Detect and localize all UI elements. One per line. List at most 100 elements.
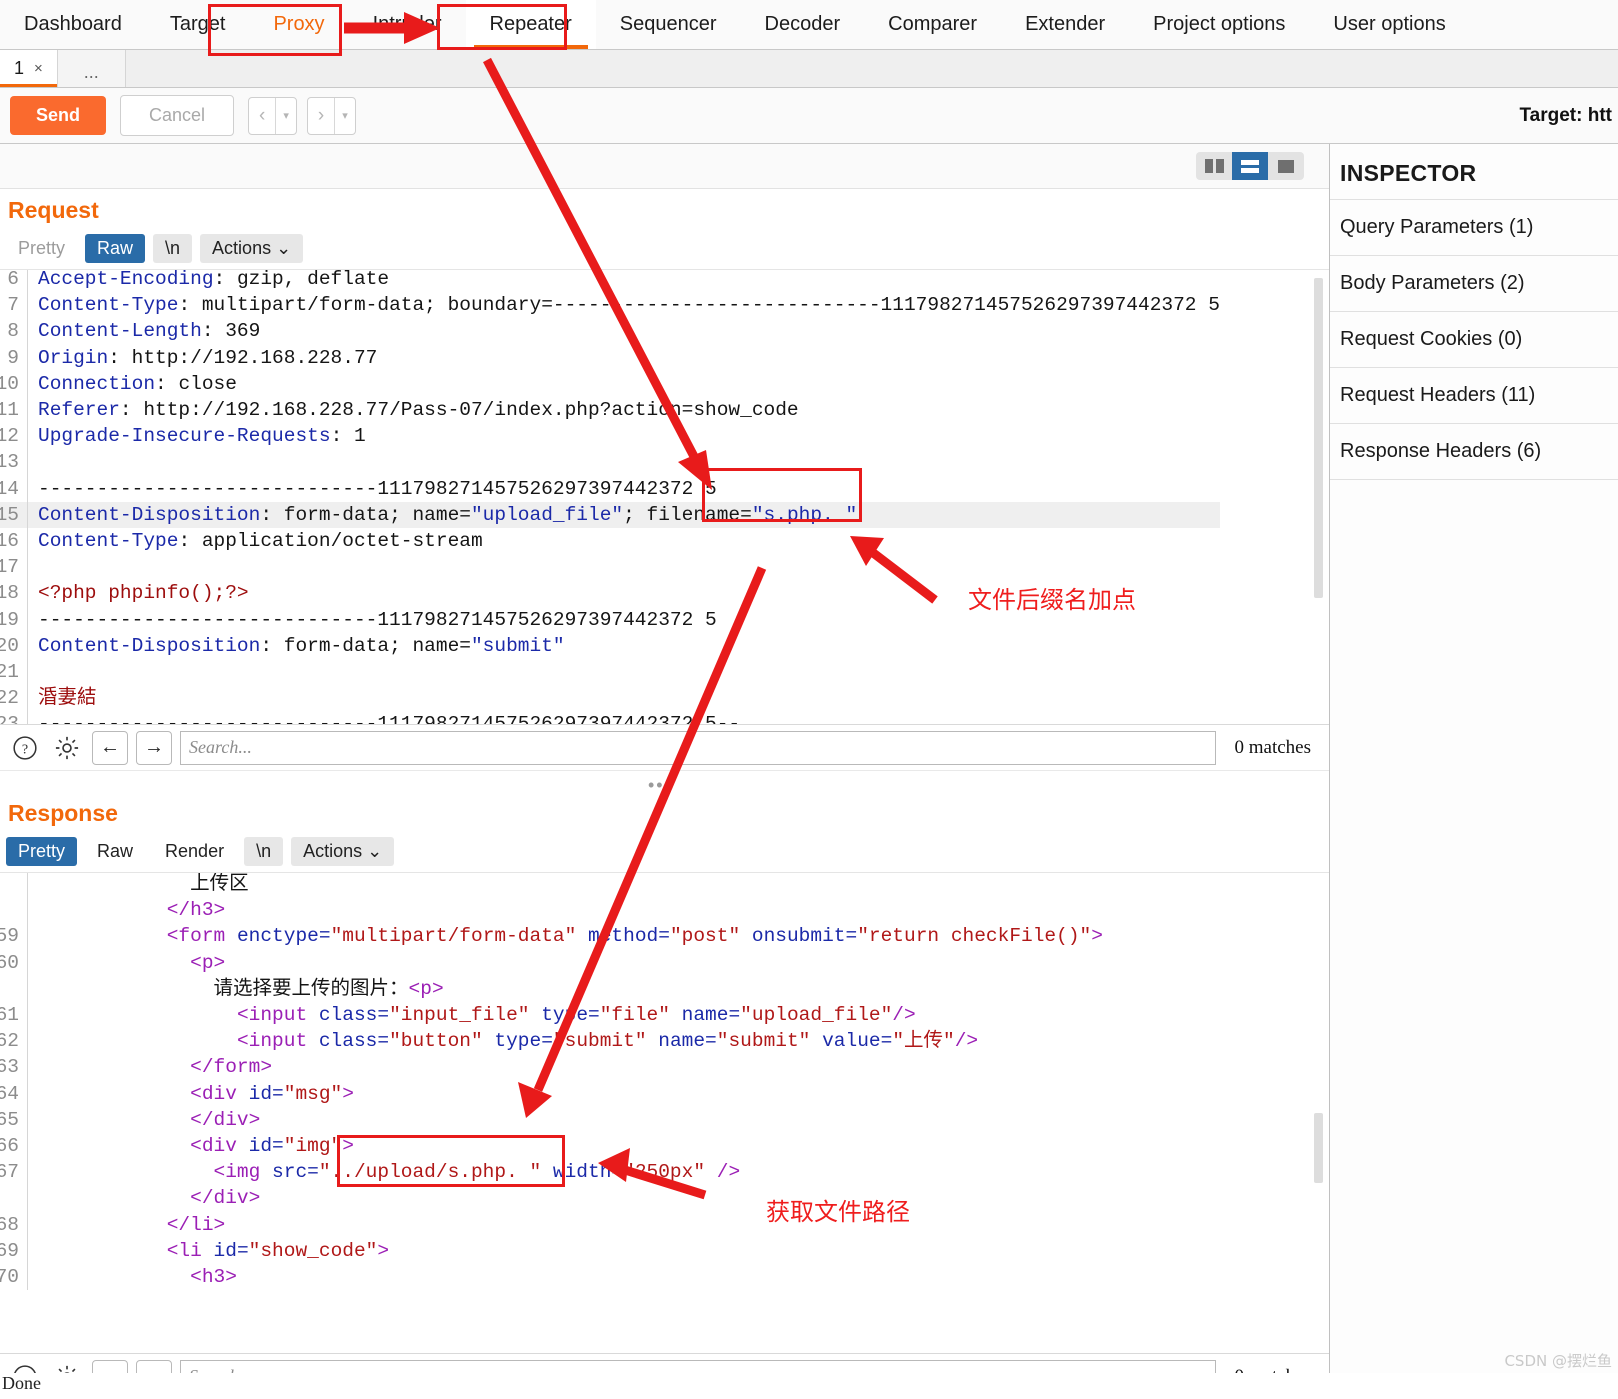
code-token: Content-Disposition	[38, 634, 261, 657]
main-tab-project-options[interactable]: Project options	[1129, 0, 1309, 49]
main-tab-extender[interactable]: Extender	[1001, 0, 1129, 49]
line-number: 18	[0, 580, 28, 607]
repeater-add-tab-button[interactable]: ...	[57, 50, 126, 87]
response-actions-button[interactable]: Actions ⌄	[291, 837, 395, 866]
code-token: "show_code"	[248, 1239, 378, 1262]
code-token: "submit"	[552, 1030, 647, 1053]
chevron-down-icon: ▾	[342, 110, 348, 122]
chevron-down-icon: ▾	[283, 110, 289, 122]
code-text: Content-Type: multipart/form-data; bound…	[38, 292, 1220, 318]
line-number: 68	[0, 1211, 28, 1238]
code-token: class=	[307, 1030, 390, 1053]
send-button[interactable]: Send	[10, 96, 107, 135]
request-search-bar: ? ← → Search... 0 matches	[0, 724, 1329, 770]
code-line: 21	[0, 659, 1220, 686]
request-matches-label: 0 matches	[1234, 736, 1311, 758]
code-token: <div	[190, 1082, 237, 1105]
inspector-item-response-headers[interactable]: Response Headers (6)	[1330, 423, 1618, 479]
layout-side-by-side-button[interactable]	[1196, 152, 1232, 180]
code-text: </li>	[38, 1212, 226, 1238]
main-tab-sequencer[interactable]: Sequencer	[596, 0, 741, 49]
line-number	[0, 1185, 28, 1212]
request-newline-button[interactable]: \n	[153, 234, 193, 263]
code-token: class=	[307, 1004, 390, 1027]
code-text: </div>	[38, 1107, 260, 1133]
main-tab-repeater[interactable]: Repeater	[465, 0, 596, 49]
line-number: 64	[0, 1080, 28, 1107]
main-tab-decoder[interactable]: Decoder	[741, 0, 865, 49]
code-line: 12 Upgrade-Insecure-Requests: 1	[0, 423, 1220, 450]
code-token: type=	[482, 1030, 553, 1053]
code-token: Content-Disposition	[38, 503, 261, 526]
line-number: 16	[0, 528, 28, 555]
code-token: />	[705, 1161, 741, 1184]
rows-icon	[1241, 159, 1259, 173]
code-line: 69 <li id="show_code">	[0, 1237, 1103, 1265]
main-tab-intruder[interactable]: Intruder	[349, 0, 466, 49]
cancel-button[interactable]: Cancel	[120, 95, 235, 136]
code-token: </div>	[190, 1187, 261, 1210]
search-prev-button[interactable]: ←	[92, 730, 128, 765]
request-mode-bar: Pretty Raw \n Actions ⌄	[0, 230, 1329, 269]
code-token: <?php phpinfo();?>	[38, 582, 249, 605]
code-token: onsubmit=	[740, 925, 858, 948]
response-pretty-button[interactable]: Pretty	[6, 837, 78, 866]
code-text: -----------------------------11179827145…	[38, 607, 717, 633]
layout-single-button[interactable]	[1268, 152, 1304, 180]
line-number: 13	[0, 449, 28, 476]
main-tab-label: User options	[1333, 13, 1446, 35]
code-token: "s.php. "	[751, 503, 858, 526]
code-text: Content-Length: 369	[38, 318, 260, 344]
inspector-item-query-parameters[interactable]: Query Parameters (1)	[1330, 199, 1618, 255]
annotation-path-note: 获取文件路径	[766, 1198, 910, 1226]
main-tab-label: Proxy	[273, 13, 325, 35]
inspector-item-request-headers[interactable]: Request Headers (11)	[1330, 367, 1618, 423]
line-number: 11	[0, 397, 28, 424]
layout-stacked-button[interactable]	[1232, 152, 1268, 180]
pane-splitter[interactable]: •••	[0, 770, 1329, 795]
response-newline-button[interactable]: \n	[244, 837, 284, 866]
code-token: </li>	[166, 1213, 226, 1236]
main-tab-user-options[interactable]: User options	[1309, 0, 1469, 49]
response-raw-button[interactable]: Raw	[85, 837, 145, 866]
code-token: <li	[166, 1239, 202, 1262]
back-button[interactable]: ‹ ▾	[248, 96, 297, 135]
request-search-input[interactable]: Search...	[180, 730, 1217, 765]
inspector-item-body-parameters[interactable]: Body Parameters (2)	[1330, 255, 1618, 311]
close-icon[interactable]: ×	[34, 60, 43, 77]
code-line: 70 <h3>	[0, 1264, 1103, 1291]
gear-icon[interactable]	[50, 731, 84, 765]
main-tab-dashboard[interactable]: Dashboard	[0, 0, 146, 49]
search-next-button[interactable]: →	[136, 730, 172, 765]
request-actions-button[interactable]: Actions ⌄	[200, 234, 304, 263]
response-render-button[interactable]: Render	[153, 837, 236, 866]
code-text: -----------------------------11179827145…	[38, 711, 740, 724]
code-token: "post"	[669, 925, 741, 948]
main-tab-label: Repeater	[489, 13, 572, 35]
repeater-tab-1[interactable]: 1 ×	[0, 50, 58, 87]
inspector-item-request-cookies[interactable]: Request Cookies (0)	[1330, 311, 1618, 367]
code-text: <form enctype="multipart/form-data" meth…	[38, 923, 1103, 949]
response-editor[interactable]: 上传区 </h3>59 <form enctype="multipart/for…	[0, 872, 1329, 1353]
code-token: "input_file"	[389, 1004, 530, 1027]
main-tab-target[interactable]: Target	[146, 0, 250, 49]
forward-button[interactable]: › ▾	[306, 96, 356, 135]
response-mode-bar: Pretty Raw Render \n Actions ⌄	[0, 833, 1329, 872]
question-mark-icon[interactable]: ?	[8, 731, 42, 765]
request-pretty-button[interactable]: Pretty	[6, 234, 77, 263]
main-tab-comparer[interactable]: Comparer	[864, 0, 1001, 49]
code-token: </h3>	[166, 899, 226, 922]
request-raw-button[interactable]: Raw	[85, 234, 146, 263]
request-editor[interactable]: 6 Accept-Encoding: gzip, deflate 7 Content-…	[0, 269, 1329, 724]
layout-toggle-group	[1196, 152, 1304, 180]
annotation-filename-note: 文件后缀名加点	[968, 586, 1136, 614]
code-line: 22 涽妻結	[0, 685, 1220, 712]
code-token: Origin	[38, 346, 109, 369]
response-scrollbar[interactable]	[1314, 1113, 1323, 1183]
request-scrollbar[interactable]	[1314, 278, 1323, 598]
line-number: 70	[0, 1264, 28, 1291]
code-line: 63 </form>	[0, 1054, 1103, 1081]
main-tab-proxy[interactable]: Proxy	[249, 0, 348, 49]
code-token: gzip, deflate	[236, 269, 390, 290]
line-number: 9	[0, 344, 28, 371]
